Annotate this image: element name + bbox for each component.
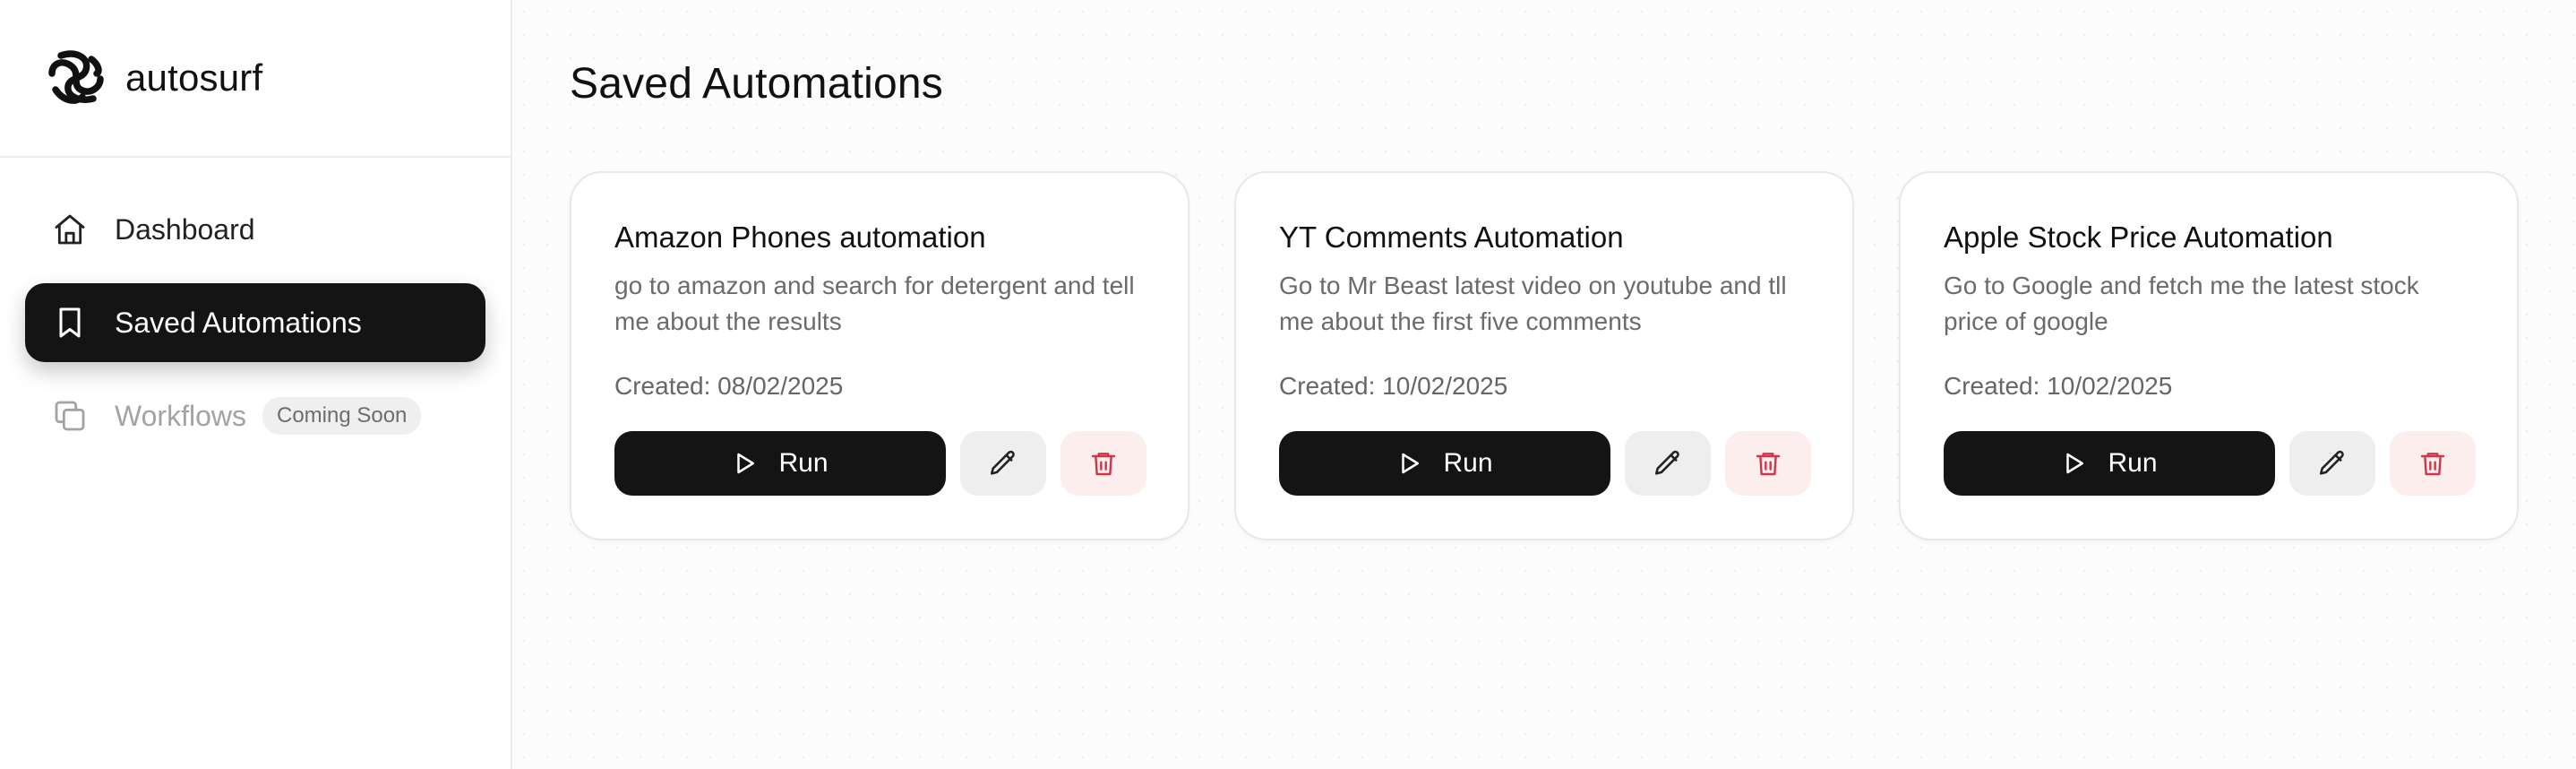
- run-button-label: Run: [1443, 448, 1493, 478]
- card-actions: Run: [614, 431, 1146, 496]
- trash-icon: [1089, 449, 1118, 478]
- run-button[interactable]: Run: [1944, 431, 2275, 496]
- autosurf-logo-icon: [45, 47, 107, 109]
- run-button[interactable]: Run: [1279, 431, 1610, 496]
- sidebar-item-label: Saved Automations: [115, 306, 362, 339]
- sidebar-item-saved-automations[interactable]: Saved Automations: [25, 283, 485, 362]
- automation-card: YT Comments Automation Go to Mr Beast la…: [1234, 171, 1854, 540]
- sidebar-item-dashboard[interactable]: Dashboard: [25, 190, 485, 269]
- sidebar: autosurf Dashboard Saved Automations Wor…: [0, 0, 512, 769]
- automation-description: go to amazon and search for detergent an…: [614, 272, 1135, 335]
- play-icon: [732, 450, 759, 477]
- delete-button[interactable]: [1060, 431, 1146, 496]
- brand[interactable]: autosurf: [0, 0, 511, 158]
- automation-description: Go to Mr Beast latest video on youtube a…: [1279, 272, 1787, 335]
- edit-button[interactable]: [2289, 431, 2375, 496]
- automation-created-date: Created: 08/02/2025: [614, 372, 844, 400]
- trash-icon: [2418, 449, 2447, 478]
- page-title: Saved Automations: [570, 60, 944, 108]
- edit-button[interactable]: [1625, 431, 1711, 496]
- delete-button[interactable]: [1725, 431, 1811, 496]
- pencil-icon: [988, 448, 1018, 479]
- run-button-label: Run: [2108, 448, 2158, 478]
- automation-created-date: Created: 10/02/2025: [1944, 372, 2173, 400]
- card-actions: Run: [1944, 431, 2476, 496]
- edit-button[interactable]: [960, 431, 1046, 496]
- delete-button[interactable]: [2390, 431, 2476, 496]
- automation-created-date: Created: 10/02/2025: [1279, 372, 1508, 400]
- card-actions: Run: [1279, 431, 1811, 496]
- sidebar-nav: Dashboard Saved Automations Workflows Co…: [0, 158, 511, 455]
- automation-card: Amazon Phones automation go to amazon an…: [570, 171, 1189, 540]
- play-icon: [1396, 450, 1423, 477]
- automation-description: Go to Google and fetch me the latest sto…: [1944, 272, 2419, 335]
- pencil-icon: [2317, 448, 2348, 479]
- sidebar-item-workflows: Workflows Coming Soon: [25, 376, 485, 455]
- automation-card: Apple Stock Price Automation Go to Googl…: [1899, 171, 2519, 540]
- pencil-icon: [1653, 448, 1683, 479]
- automation-title: Amazon Phones automation: [614, 220, 986, 254]
- home-icon: [52, 212, 88, 247]
- app-window: autosurf Dashboard Saved Automations Wor…: [0, 0, 2576, 769]
- brand-name: autosurf: [125, 56, 263, 99]
- copy-icon: [52, 398, 88, 434]
- automation-title: YT Comments Automation: [1279, 220, 1624, 254]
- trash-icon: [1754, 449, 1782, 478]
- coming-soon-badge: Coming Soon: [262, 397, 422, 435]
- main-content: Saved Automations Amazon Phones automati…: [512, 0, 2576, 769]
- run-button-label: Run: [778, 448, 829, 478]
- play-icon: [2061, 450, 2088, 477]
- automation-title: Apple Stock Price Automation: [1944, 220, 2333, 254]
- automation-card-list: Amazon Phones automation go to amazon an…: [570, 171, 2576, 540]
- sidebar-item-label: Dashboard: [115, 212, 255, 246]
- sidebar-item-label: Workflows: [115, 399, 246, 432]
- run-button[interactable]: Run: [614, 431, 946, 496]
- bookmark-icon: [52, 305, 88, 341]
